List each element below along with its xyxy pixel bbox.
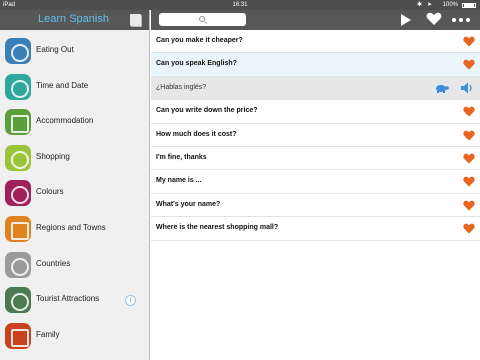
sidebar: Learn Spanish Eating Out Time and Date Acc… — [0, 10, 150, 360]
favorite-heart-icon[interactable] — [463, 36, 475, 47]
search-icon — [199, 16, 205, 22]
sidebar-item[interactable]: Accommodation — [0, 105, 149, 141]
info-icon[interactable]: i — [125, 295, 136, 307]
sidebar-item[interactable]: Countries — [0, 248, 149, 284]
favorite-heart-icon[interactable] — [463, 59, 475, 70]
bag-icon — [5, 144, 31, 171]
sidebar-item-label: Eating Out — [36, 45, 74, 54]
favorite-heart-icon[interactable] — [463, 223, 475, 234]
phrase-text: Can you write down the price? — [156, 107, 258, 115]
favorite-heart-icon[interactable] — [463, 176, 475, 187]
phrase-text: Where is the nearest shopping mall? — [156, 224, 279, 232]
phrase-text: What's your name? — [156, 200, 221, 208]
sidebar-header: Learn Spanish — [0, 10, 149, 30]
phrase-text: I'm fine, thanks — [156, 153, 207, 161]
play-icon[interactable] — [401, 14, 411, 26]
phrase-row[interactable]: My name is ... — [151, 170, 480, 194]
phrase-row[interactable]: How much does it cost? — [151, 123, 480, 147]
app-title: Learn Spanish — [38, 13, 109, 25]
phrase-row[interactable]: I'm fine, thanks — [151, 146, 480, 171]
sidebar-item[interactable]: Colours — [0, 176, 149, 212]
category-list: Eating Out Time and Date Accommodation Shop… — [0, 34, 149, 355]
sidebar-item[interactable]: Regions and Towns — [0, 212, 149, 248]
sidebar-item[interactable]: Time and Date — [0, 70, 149, 106]
favorites-heart-icon[interactable] — [426, 12, 442, 26]
speaker-icon[interactable] — [460, 82, 473, 94]
favorite-heart-icon[interactable] — [463, 130, 475, 141]
sidebar-item[interactable]: Family — [0, 319, 149, 355]
sidebar-item-label: Shopping — [36, 151, 70, 161]
phrase-row[interactable]: What's your name? — [151, 193, 480, 218]
phrase-panel: Can you make it cheaper? Can you speak En… — [151, 10, 480, 360]
favorite-heart-icon[interactable] — [463, 200, 475, 211]
phrasebook-icon[interactable] — [130, 14, 141, 26]
phrase-text: Can you speak English? — [156, 60, 237, 68]
sidebar-item[interactable]: Eating Out — [0, 34, 149, 70]
phrase-text: My name is ... — [156, 177, 202, 185]
camera-icon — [5, 287, 31, 314]
favorite-heart-icon[interactable] — [463, 153, 475, 164]
sidebar-item-label: Time and Date — [36, 80, 89, 90]
toolbar — [151, 10, 480, 30]
search-input[interactable] — [159, 13, 246, 26]
sidebar-item-label: Colours — [36, 187, 64, 197]
buildings-icon — [5, 215, 31, 242]
phrase-row[interactable]: Can you write down the price? — [151, 100, 480, 124]
clock: 16:31 — [232, 2, 248, 8]
location-icon: ➤ — [426, 2, 432, 8]
phrase-text: How much does it cost? — [156, 130, 237, 138]
sidebar-item[interactable]: Shopping — [0, 141, 149, 177]
sidebar-item-label: Tourist Attractions — [36, 294, 100, 304]
phrase-text: Can you make it cheaper? — [156, 37, 243, 44]
more-options-icon[interactable] — [452, 18, 470, 22]
phrase-row[interactable]: Can you make it cheaper? — [151, 30, 480, 54]
translation-row[interactable]: ¿Hablas inglés? — [151, 76, 480, 101]
bluetooth-icon: ✱ — [416, 2, 422, 8]
clock-icon — [5, 73, 31, 100]
family-photo-icon — [5, 322, 31, 349]
favorite-heart-icon[interactable] — [463, 106, 475, 117]
phrase-row[interactable]: Can you speak English? — [151, 53, 480, 77]
sidebar-item-label: Countries — [36, 258, 71, 268]
bed-icon — [5, 109, 31, 136]
slow-playback-turtle-icon[interactable] — [435, 84, 449, 93]
sidebar-item[interactable]: Tourist Attractions i — [0, 283, 149, 319]
phrase-list: Can you make it cheaper? Can you speak En… — [151, 30, 480, 241]
sidebar-item-label: Family — [36, 329, 60, 339]
plate-icon — [5, 38, 31, 64]
phrase-row[interactable]: Where is the nearest shopping mall? — [151, 217, 480, 241]
sidebar-item-label: Accommodation — [36, 116, 94, 126]
globe-icon — [5, 251, 31, 278]
status-bar: iPad 16:31 ✱ ➤ 100% — [0, 0, 480, 10]
translation-text: ¿Hablas inglés? — [156, 83, 207, 91]
palette-icon — [5, 180, 31, 207]
sidebar-item-label: Regions and Towns — [36, 222, 106, 232]
battery-icon — [462, 3, 476, 8]
battery-percent: 100% — [442, 2, 458, 8]
